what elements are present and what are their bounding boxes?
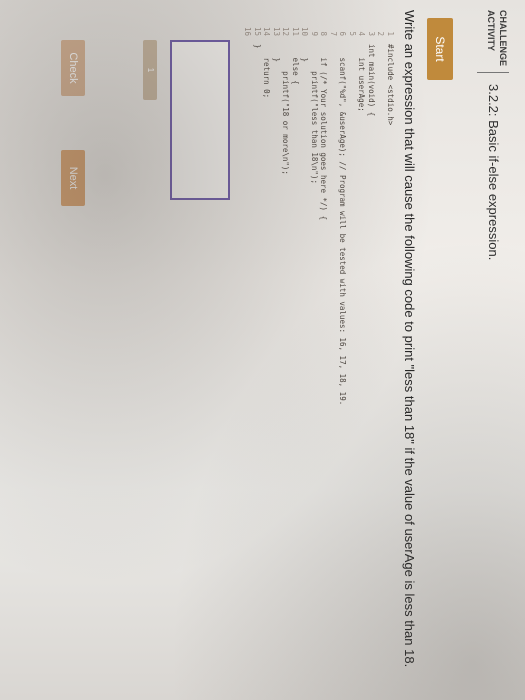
code-text: if (/* Your solution goes here */) { [319, 44, 329, 221]
line-number: 1 [386, 31, 395, 36]
code-line: 13 } [272, 22, 281, 682]
code-line: 14 return 0; [262, 22, 272, 682]
line-number: 4 [357, 31, 367, 36]
line-number: 8 [319, 31, 329, 36]
badge-line-1: CHALLENGE [498, 10, 508, 66]
line-number: 9 [310, 31, 319, 36]
line-number: 11 [291, 26, 300, 36]
line-number: 13 [272, 26, 281, 36]
code-text: int userAge; [357, 44, 367, 112]
line-number: 10 [300, 26, 310, 36]
answer-input[interactable] [170, 40, 230, 200]
code-text: else { [291, 44, 300, 85]
code-text: } [253, 44, 262, 49]
code-line: 5 [348, 22, 357, 682]
code-line: 8 if (/* Your solution goes here */) { [319, 22, 329, 682]
header-divider [477, 72, 509, 73]
check-button[interactable]: Check [61, 40, 85, 96]
code-text: printf("less than 18\n"); [310, 44, 319, 184]
line-number: 6 [338, 31, 348, 36]
code-text: } [272, 44, 281, 63]
line-number: 15 [253, 26, 262, 36]
next-button[interactable]: Next [61, 150, 85, 206]
code-line: 1 #include <stdio.h> [386, 22, 395, 682]
activity-header: CHALLENGE ACTIVITY 3.2.2: Basic if-else … [465, 10, 515, 690]
line-number: 16 [243, 26, 253, 36]
code-text: scanf("%d", &userAge); // Program will b… [338, 44, 348, 406]
code-editor: 1 #include <stdio.h> 2 3 int main(void) {4 i… [243, 22, 396, 682]
line-number: 5 [348, 31, 357, 36]
code-line: 7 [329, 22, 338, 682]
code-line: 6 scanf("%d", &userAge); // Program will… [338, 22, 348, 682]
line-number: 12 [281, 26, 291, 36]
line-number: 7 [329, 31, 338, 36]
code-text: printf("18 or more\n"); [281, 44, 291, 175]
code-line: 16 [243, 22, 253, 682]
code-line: 9 printf("less than 18\n"); [310, 22, 319, 682]
line-number: 2 [376, 31, 386, 36]
code-line: 15} [253, 22, 262, 682]
code-line: 2 [376, 22, 386, 682]
line-number: 14 [262, 26, 272, 36]
code-line: 3 int main(void) { [367, 22, 376, 682]
monitor-screen: CHALLENGE ACTIVITY 3.2.2: Basic if-else … [0, 0, 525, 700]
instruction-text: Write an expression that will cause the … [402, 10, 417, 668]
code-text: #include <stdio.h> [386, 44, 395, 126]
progress-step-1[interactable]: 1 [143, 40, 157, 100]
code-text: } [300, 44, 310, 63]
code-text: return 0; [262, 44, 272, 99]
badge-line-2: ACTIVITY [486, 10, 496, 52]
progress-steps: 1 [137, 40, 157, 260]
challenge-activity-badge: CHALLENGE ACTIVITY [475, 10, 509, 66]
code-line: 11 else { [291, 22, 300, 682]
code-text: int main(void) { [367, 44, 376, 117]
code-line: 10 } [300, 22, 310, 682]
code-line: 4 int userAge; [357, 22, 367, 682]
start-button[interactable]: Start [427, 18, 453, 80]
activity-title: 3.2.2: Basic if-else expression. [486, 84, 501, 261]
line-number: 3 [367, 31, 376, 36]
code-line: 12 printf("18 or more\n"); [281, 22, 291, 682]
